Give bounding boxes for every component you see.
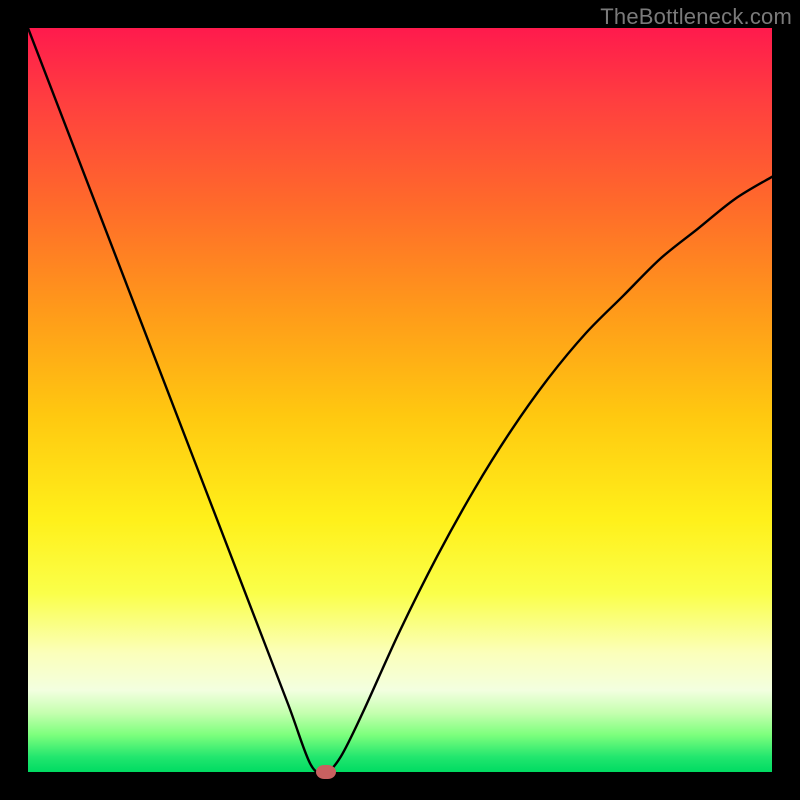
watermark-text: TheBottleneck.com xyxy=(600,4,792,30)
optimum-marker xyxy=(316,765,336,779)
chart-frame: TheBottleneck.com xyxy=(0,0,800,800)
plot-area xyxy=(28,28,772,772)
bottleneck-curve xyxy=(28,28,772,772)
